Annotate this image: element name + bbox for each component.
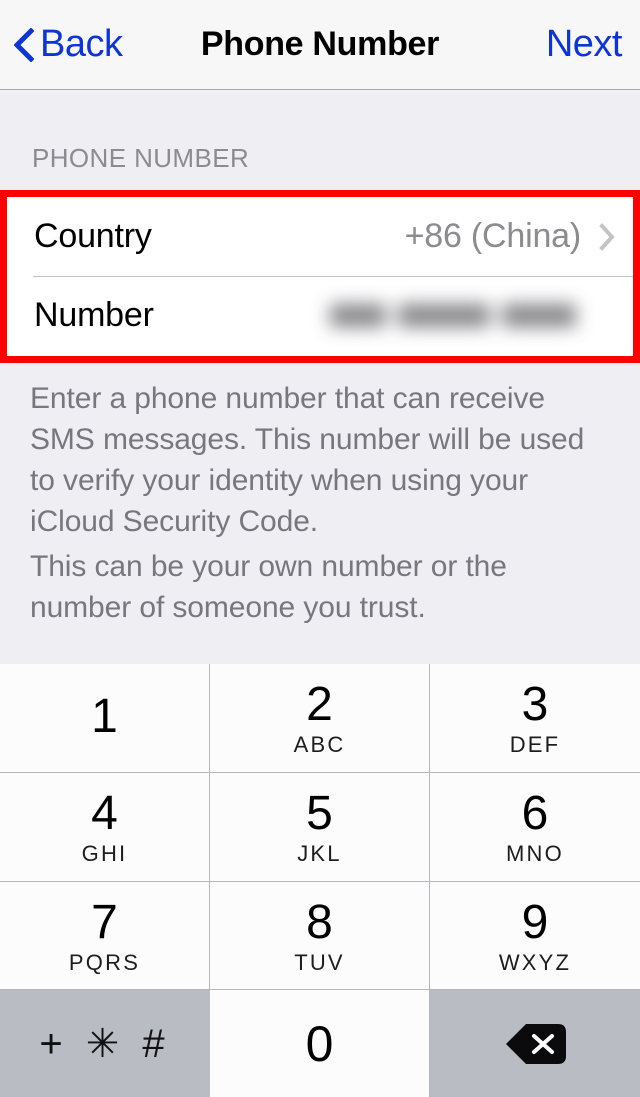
redaction-block: [398, 304, 490, 327]
numeric-keypad: 1 2 ABC 3 DEF 4 GHI 5 JKL 6 MNO 7 PQRS 8: [0, 664, 640, 1097]
key-digit: 0: [305, 1015, 334, 1072]
key-symbols[interactable]: + ✳ #: [0, 990, 210, 1097]
key-letters: PQRS: [68, 949, 141, 975]
key-digit: 7: [91, 895, 118, 949]
key-6[interactable]: 6 MNO: [430, 773, 640, 882]
redaction-block: [502, 304, 576, 327]
key-digit: 3: [521, 678, 549, 731]
key-letters: JKL: [297, 841, 342, 866]
key-letters: DEF: [509, 732, 561, 757]
key-1[interactable]: 1: [0, 664, 210, 773]
country-row[interactable]: Country +86 (China): [7, 197, 633, 276]
page-title: Phone Number: [200, 25, 440, 63]
next-button[interactable]: Next: [546, 0, 623, 89]
key-digit: 6: [521, 787, 549, 840]
key-0[interactable]: 0: [210, 990, 430, 1097]
chevron-right-icon: [599, 222, 615, 251]
key-3[interactable]: 3 DEF: [430, 664, 640, 773]
phone-number-form: Country +86 (China) Number: [7, 197, 633, 356]
section-header: PHONE NUMBER: [32, 143, 250, 173]
footnote-primary: Enter a phone number that can receive SM…: [30, 382, 585, 538]
number-row[interactable]: Number: [7, 276, 633, 355]
number-row-redacted-value: [330, 294, 576, 338]
key-2[interactable]: 2 ABC: [210, 664, 430, 773]
key-7[interactable]: 7 PQRS: [0, 882, 210, 990]
country-row-label: Country: [34, 217, 152, 255]
key-letters: GHI: [81, 841, 128, 866]
redaction-block: [330, 304, 386, 327]
key-9[interactable]: 9 WXYZ: [430, 882, 640, 990]
key-letters: TUV: [294, 949, 345, 975]
country-row-value: +86 (China): [404, 217, 582, 255]
navigation-bar: Back Phone Number Next: [0, 0, 640, 90]
key-5[interactable]: 5 JKL: [210, 773, 430, 882]
key-digit: 5: [306, 787, 333, 840]
backspace-icon: [506, 1023, 566, 1064]
key-4[interactable]: 4 GHI: [0, 773, 210, 882]
key-backspace[interactable]: [430, 990, 640, 1097]
key-digit: 9: [521, 895, 549, 949]
phone-number-screen: Back Phone Number Next PHONE NUMBER Coun…: [0, 0, 640, 1097]
footnote-secondary: This can be your own number or the numbe…: [30, 550, 507, 624]
number-row-label: Number: [34, 296, 154, 334]
key-digit: 8: [306, 895, 333, 949]
key-digit: 1: [91, 690, 118, 743]
key-digit: 4: [91, 787, 118, 840]
key-8[interactable]: 8 TUV: [210, 882, 430, 990]
key-digit: 2: [306, 678, 333, 731]
key-symbols-label: + ✳ #: [39, 1021, 171, 1066]
key-letters: WXYZ: [498, 949, 572, 975]
key-letters: ABC: [293, 732, 346, 757]
key-letters: MNO: [506, 841, 564, 866]
